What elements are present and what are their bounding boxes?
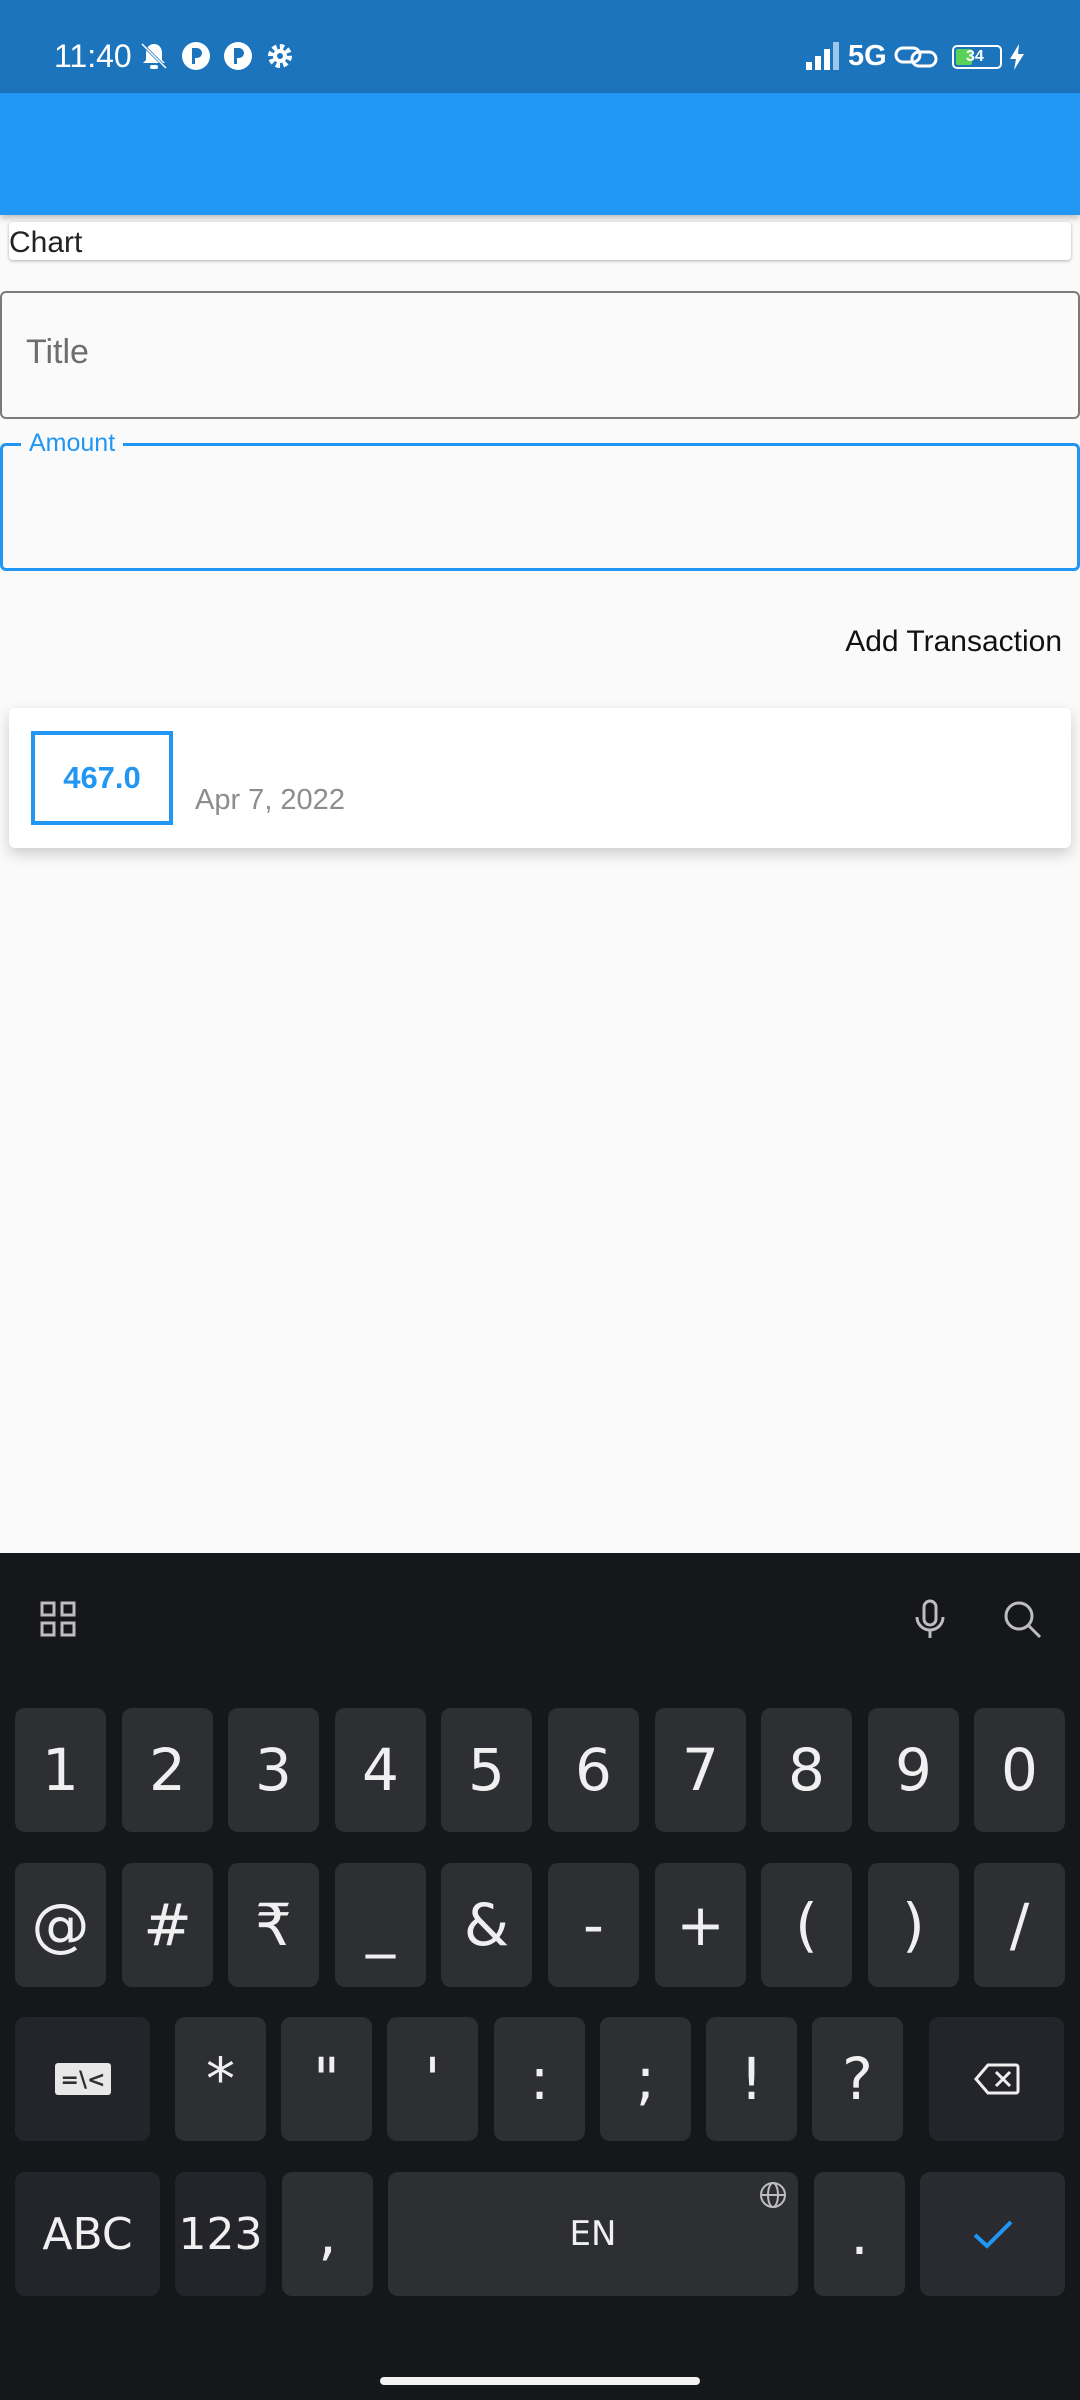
transaction-date: Apr 7, 2022 [195,784,345,816]
symbol-page-key[interactable]: =\< [15,2017,150,2141]
abc-key[interactable]: ABC [15,2172,160,2296]
chart-card: Chart [9,222,1071,260]
numbers-key[interactable]: 123 [175,2172,266,2296]
key-sym-9[interactable]: ) [868,1863,959,1987]
link-icon [894,46,938,68]
app-screen: 11:40 5G 34 Chart Title Amount Add Trans… [0,0,1080,2400]
amount-field[interactable]: Amount [0,429,1080,571]
mute-notification-icon [140,42,168,70]
key-punct-6[interactable]: ! [706,2017,797,2141]
key-sym-10[interactable]: / [974,1863,1065,1987]
add-transaction-button[interactable]: Add Transaction [845,625,1062,659]
charging-icon [1010,44,1024,70]
key-punct-4[interactable]: : [494,2017,585,2141]
key-num-8[interactable]: 8 [761,1708,852,1832]
key-num-1[interactable]: 1 [15,1708,106,1832]
svg-text:=\<: =\< [60,2068,105,2093]
key-num-9[interactable]: 9 [868,1708,959,1832]
enter-key[interactable] [920,2172,1065,2296]
signal-icon [806,42,839,70]
key-sym-6[interactable]: - [548,1863,639,1987]
space-key[interactable]: EN [388,2172,798,2296]
key-punct-5[interactable]: ; [600,2017,691,2141]
battery-icon: 34 [952,45,1002,69]
key-sym-5[interactable]: & [441,1863,532,1987]
app-notification-icon [182,42,210,70]
amount-label: Amount [21,429,124,458]
key-punct-2[interactable]: " [281,2017,372,2141]
home-indicator[interactable] [380,2377,700,2385]
globe-icon [760,2182,786,2208]
space-key-label: EN [569,2214,617,2254]
key-num-4[interactable]: 4 [335,1708,426,1832]
period-key[interactable]: . [814,2172,905,2296]
backspace-icon [973,2063,1019,2095]
key-punct-7[interactable]: ? [812,2017,903,2141]
symbol-page-icon: =\< [54,2063,111,2095]
title-field[interactable]: Title [0,291,1080,419]
chart-label: Chart [9,226,83,259]
comma-key[interactable]: , [282,2172,373,2296]
key-sym-3[interactable]: ₹ [228,1863,319,1987]
title-placeholder: Title [26,333,89,371]
search-icon[interactable] [998,1595,1046,1643]
key-sym-1[interactable]: @ [15,1863,106,1987]
key-sym-2[interactable]: # [122,1863,213,1987]
checkmark-icon [973,2220,1012,2249]
status-bar: 11:40 5G 34 [0,0,1080,93]
key-num-6[interactable]: 6 [548,1708,639,1832]
transaction-card: 467.0 Apr 7, 2022 [9,708,1071,848]
keyboard: =\< ABC 123 , EN . 1234 5 6 7 8 9 0 @ # … [0,1553,1080,2400]
microphone-icon[interactable] [906,1595,954,1643]
apps-grid-icon[interactable] [34,1595,82,1643]
backspace-key[interactable] [929,2017,1064,2141]
key-sym-8[interactable]: ( [761,1863,852,1987]
app-notification-icon [224,42,252,70]
network-type: 5G [848,40,887,72]
key-sym-4[interactable]: _ [335,1863,426,1987]
key-num-5[interactable]: 5 [441,1708,532,1832]
key-punct-1[interactable]: * [175,2017,266,2141]
transaction-amount: 467.0 [31,731,173,825]
settings-icon [268,44,292,68]
battery-level: 34 [966,48,984,65]
key-punct-3[interactable]: ' [387,2017,478,2141]
status-time: 11:40 [54,38,132,74]
key-sym-7[interactable]: + [655,1863,746,1987]
app-bar [0,93,1080,215]
key-num-10[interactable]: 0 [974,1708,1065,1832]
key-num-2[interactable]: 2 [122,1708,213,1832]
key-num-3[interactable]: 3 [228,1708,319,1832]
key-num-7[interactable]: 7 [655,1708,746,1832]
keyboard-toolbar [0,1553,1080,1684]
